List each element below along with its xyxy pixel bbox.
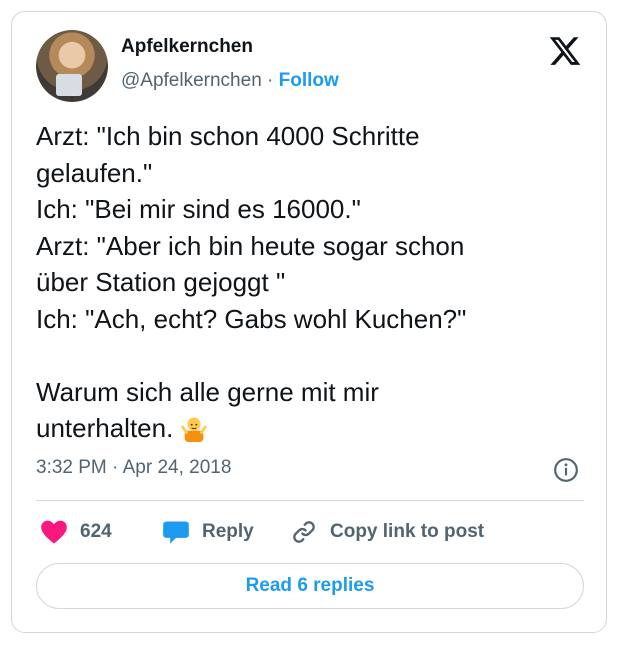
tweet-line: Arzt: "Aber ich bin heute sogar schon — [36, 230, 465, 261]
like-button[interactable]: 624 — [40, 517, 112, 547]
tweet-line: Arzt: "Ich bin schon 4000 Schritte — [36, 121, 420, 151]
tweet-line: Warum sich alle gerne mit mir — [36, 376, 379, 407]
tweet-line: unterhalten. — [36, 413, 174, 443]
meta-separator: · — [112, 457, 119, 478]
reply-button[interactable]: Reply — [162, 517, 254, 547]
x-logo-icon[interactable] — [548, 34, 582, 68]
copy-link-button[interactable]: Copy link to post — [290, 517, 484, 547]
info-icon[interactable] — [553, 457, 579, 483]
tweet-time[interactable]: 3:32 PM — [36, 457, 107, 478]
tweet-meta: 3:32 PM · Apr 24, 2018 — [36, 457, 231, 479]
like-count: 624 — [80, 521, 112, 542]
author-handle-row: @Apfelkernchen · Follow — [121, 70, 339, 92]
tweet-line: Ich: "Bei mir sind es 16000." — [36, 194, 361, 224]
speech-bubble-icon — [163, 521, 189, 544]
tweet-line: Ich: "Ach, echt? Gabs wohl Kuchen?" — [36, 303, 467, 334]
read-replies-label: Read 6 replies — [245, 575, 375, 596]
author-handle[interactable]: @Apfelkernchen — [121, 70, 262, 91]
author-name[interactable]: Apfelkernchen — [121, 36, 253, 58]
tweet-line: über Station gejoggt " — [36, 267, 286, 297]
avatar[interactable] — [36, 30, 108, 102]
handle-separator: · — [267, 70, 274, 91]
avatar-mug — [56, 74, 82, 96]
copy-link-label: Copy link to post — [330, 521, 485, 542]
read-replies-button[interactable]: Read 6 replies — [36, 563, 584, 609]
link-icon — [293, 521, 315, 543]
heart-icon — [41, 520, 67, 544]
reply-label: Reply — [202, 521, 254, 542]
person-shrugging-emoji — [181, 417, 207, 442]
tweet-text: Arzt: "Ich bin schon 4000 Schritte gelau… — [36, 118, 586, 447]
divider — [36, 500, 584, 501]
tweet-line: gelaufen." — [36, 157, 153, 188]
follow-link[interactable]: Follow — [279, 70, 339, 91]
tweet-date[interactable]: Apr 24, 2018 — [123, 457, 232, 478]
